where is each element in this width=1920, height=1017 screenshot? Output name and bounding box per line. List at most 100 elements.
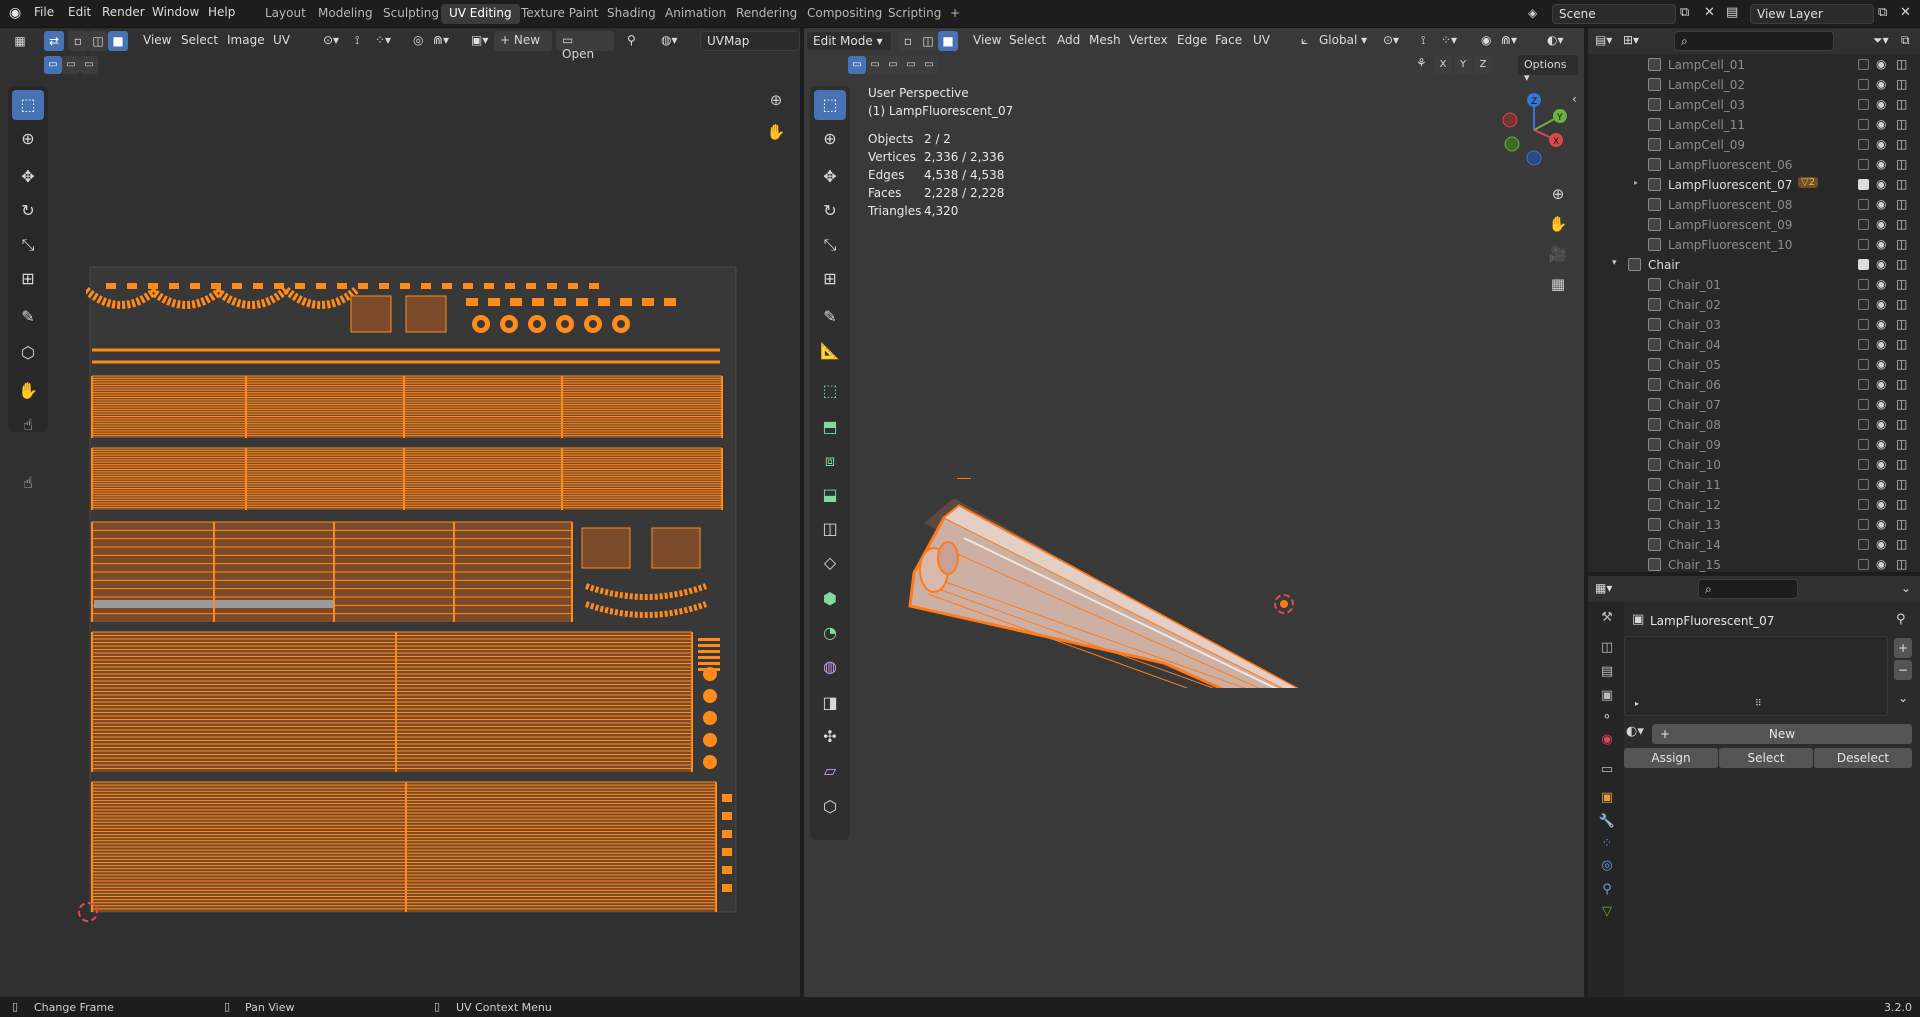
menu-image[interactable]: Image: [222, 31, 270, 51]
bevel-tool-icon[interactable]: ⬓: [814, 480, 846, 510]
tab-compositing[interactable]: Compositing: [799, 4, 890, 24]
visibility-eye-icon[interactable]: ◉: [1876, 177, 1886, 191]
outliner-item-name[interactable]: LampFluorescent_08: [1668, 198, 1792, 212]
outliner-row[interactable]: Chair_04 ◉ ◫: [1588, 335, 1914, 355]
outliner-row[interactable]: Chair_08 ◉ ◫: [1588, 415, 1914, 435]
falloff-icon-3d[interactable]: ⋒▾: [1496, 31, 1522, 51]
uv-editor[interactable]: ▦ ⇄ ▫ ◫ ■ View Select Image UV ⊙▾ ⟟ ⁘▾ ◎…: [0, 28, 800, 997]
properties-editor[interactable]: ▦▾ ⌕ ⌄ ⚒ ◫ ▤ ▣ ⚬ ◉ ▭ ▣ 🔧 ⁘ ◎ ⚲ ▽ ▣ LampF…: [1588, 576, 1920, 997]
exclude-checkbox[interactable]: [1858, 159, 1869, 170]
outliner-row[interactable]: Chair_09 ◉ ◫: [1588, 435, 1914, 455]
visibility-eye-icon[interactable]: ◉: [1876, 497, 1886, 511]
outliner-row[interactable]: LampFluorescent_09 ◉ ◫: [1588, 215, 1914, 235]
outliner-row[interactable]: Chair_14 ◉ ◫: [1588, 535, 1914, 555]
extrude-tool-icon[interactable]: ⬒: [814, 412, 846, 442]
loop-cut-tool-icon[interactable]: ◫: [814, 514, 846, 544]
mirror-icon[interactable]: ⚘: [1416, 56, 1427, 70]
outliner-row[interactable]: ▾ Chair ◉ ◫: [1588, 255, 1914, 275]
outliner-item-name[interactable]: Chair_11: [1668, 478, 1721, 492]
render-camera-icon[interactable]: ◫: [1896, 137, 1907, 151]
zoom-icon-3d[interactable]: ⊕: [1546, 182, 1570, 206]
outliner-item-name[interactable]: LampFluorescent_07: [1668, 178, 1792, 192]
navigation-gizmo[interactable]: Z Y X: [1494, 90, 1574, 170]
render-camera-icon[interactable]: ◫: [1896, 397, 1907, 411]
exclude-checkbox[interactable]: [1858, 219, 1869, 230]
exclude-checkbox[interactable]: [1858, 279, 1869, 290]
outliner-row[interactable]: Chair_11 ◉ ◫: [1588, 475, 1914, 495]
exclude-checkbox[interactable]: [1858, 139, 1869, 150]
exclude-checkbox[interactable]: [1858, 439, 1869, 450]
camera-view-icon[interactable]: 🎥: [1546, 242, 1570, 266]
face-select-mode-icon[interactable]: ■: [108, 31, 128, 51]
render-camera-icon[interactable]: ◫: [1896, 297, 1907, 311]
visibility-eye-icon[interactable]: ◉: [1876, 397, 1886, 411]
outliner-item-name[interactable]: Chair_14: [1668, 538, 1721, 552]
outliner-row[interactable]: Chair_01 ◉ ◫: [1588, 275, 1914, 295]
outliner-item-name[interactable]: LampFluorescent_06: [1668, 158, 1792, 172]
face-mode-icon[interactable]: ■: [938, 31, 958, 51]
move-tool-3d-icon[interactable]: ✥: [814, 162, 846, 192]
smooth-tool-icon[interactable]: ◍: [814, 652, 846, 682]
perspective-toggle-icon[interactable]: ▦: [1546, 272, 1570, 296]
delete-view-layer-icon[interactable]: ✕: [1900, 5, 1911, 20]
outliner-item-name[interactable]: Chair_06: [1668, 378, 1721, 392]
menu-render[interactable]: Render: [102, 5, 145, 19]
tab-rendering[interactable]: Rendering: [728, 4, 805, 24]
2d-cursor-icon[interactable]: [78, 902, 98, 922]
render-camera-icon[interactable]: ◫: [1896, 477, 1907, 491]
exclude-checkbox[interactable]: [1858, 79, 1869, 90]
rotate-tool-icon[interactable]: ↻: [12, 196, 44, 226]
mirror-y-button[interactable]: Y: [1454, 56, 1472, 74]
outliner-row[interactable]: LampCell_11 ◉ ◫: [1588, 115, 1914, 135]
tab-animation[interactable]: Animation: [657, 4, 734, 24]
outliner-item-name[interactable]: Chair_03: [1668, 318, 1721, 332]
exclude-checkbox[interactable]: [1858, 479, 1869, 490]
visibility-eye-icon[interactable]: ◉: [1876, 477, 1886, 491]
render-camera-icon[interactable]: ◫: [1896, 337, 1907, 351]
menu-vertex[interactable]: Vertex: [1124, 31, 1173, 51]
visibility-eye-icon[interactable]: ◉: [1876, 457, 1886, 471]
mode-selector[interactable]: Edit Mode ▾: [806, 31, 892, 51]
visibility-eye-icon[interactable]: ◉: [1876, 377, 1886, 391]
exclude-checkbox[interactable]: [1858, 239, 1869, 250]
physics-tab-icon[interactable]: ◎: [1597, 856, 1617, 876]
outliner-item-name[interactable]: Chair_15: [1668, 558, 1721, 572]
outliner-row[interactable]: LampCell_03 ◉ ◫: [1588, 95, 1914, 115]
spin-tool-icon[interactable]: ◔: [814, 618, 846, 648]
render-camera-icon[interactable]: ◫: [1896, 57, 1907, 71]
outliner-item-name[interactable]: LampFluorescent_09: [1668, 218, 1792, 232]
outliner-item-name[interactable]: Chair_05: [1668, 358, 1721, 372]
tab-layout[interactable]: Layout: [257, 4, 314, 24]
outliner-item-name[interactable]: LampCell_02: [1668, 78, 1745, 92]
select-box-mode-icon[interactable]: ▭: [44, 56, 62, 74]
image-browse-icon[interactable]: ▣▾: [466, 31, 493, 51]
shrink-fatten-tool-icon[interactable]: ✣: [814, 722, 846, 752]
knife-tool-icon[interactable]: ◇: [814, 548, 846, 578]
tab-shading[interactable]: Shading: [599, 4, 664, 24]
snap-icon-3d[interactable]: ⟟: [1416, 31, 1430, 51]
exclude-checkbox[interactable]: [1858, 59, 1869, 70]
outliner-row[interactable]: Chair_15 ◉ ◫: [1588, 555, 1914, 572]
visibility-eye-icon[interactable]: ◉: [1876, 317, 1886, 331]
annotate-tool-3d-icon[interactable]: ✎: [814, 302, 846, 332]
visibility-eye-icon[interactable]: ◉: [1876, 237, 1886, 251]
visibility-eye-icon[interactable]: ◉: [1876, 217, 1886, 231]
outliner-item-name[interactable]: Chair_07: [1668, 398, 1721, 412]
tool-tab-icon[interactable]: ⚒: [1597, 608, 1617, 628]
properties-editor-type-icon[interactable]: ▦▾: [1590, 579, 1617, 599]
render-tab-icon[interactable]: ◫: [1597, 638, 1617, 658]
transform-tool-icon[interactable]: ⊞: [12, 264, 44, 294]
exclude-checkbox[interactable]: [1858, 379, 1869, 390]
sync-selection-icon[interactable]: ⇄: [44, 31, 64, 51]
render-camera-icon[interactable]: ◫: [1896, 237, 1907, 251]
expand-arrow-icon[interactable]: ▸: [1634, 178, 1638, 187]
outliner-item-name[interactable]: LampCell_01: [1668, 58, 1745, 72]
filter-icon[interactable]: ⏷▾: [1868, 31, 1894, 51]
select-box-tool-3d-icon[interactable]: ⬚: [814, 90, 846, 120]
slot-specials-button[interactable]: ⌄: [1894, 688, 1912, 708]
outliner-row[interactable]: LampCell_02 ◉ ◫: [1588, 75, 1914, 95]
outliner-row[interactable]: ▸ LampFluorescent_07 ▽2 ◉ ◫: [1588, 175, 1914, 195]
outliner-row[interactable]: Chair_12 ◉ ◫: [1588, 495, 1914, 515]
particles-tab-icon[interactable]: ⁘: [1597, 834, 1617, 854]
render-camera-icon[interactable]: ◫: [1896, 417, 1907, 431]
